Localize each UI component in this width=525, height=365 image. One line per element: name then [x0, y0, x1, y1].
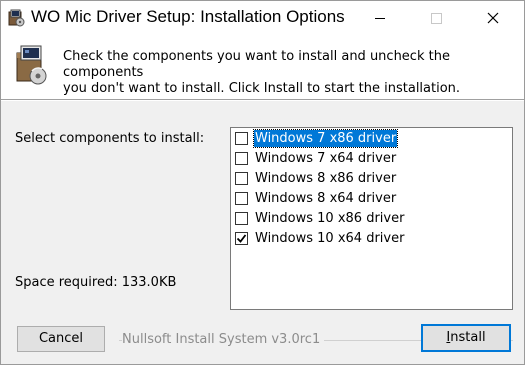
- component-checkbox[interactable]: [235, 212, 248, 225]
- minimize-icon: [375, 18, 385, 19]
- header-description-line-2: you don't want to install. Click Install…: [63, 81, 461, 96]
- component-checkbox[interactable]: [235, 132, 248, 145]
- select-components-label: Select components to install:: [15, 131, 205, 146]
- component-checkbox[interactable]: [235, 172, 248, 185]
- close-button[interactable]: [471, 1, 515, 35]
- component-label[interactable]: Windows 8 x86 driver: [254, 170, 397, 187]
- header-panel: Check the components you want to install…: [1, 35, 524, 99]
- checkmark-icon: [236, 234, 247, 243]
- component-label[interactable]: Windows 10 x86 driver: [254, 210, 405, 227]
- maximize-icon: [431, 13, 442, 24]
- maximize-button: [414, 1, 458, 35]
- component-item[interactable]: Windows 7 x86 driver: [233, 129, 503, 149]
- title-bar[interactable]: WO Mic Driver Setup: Installation Option…: [1, 1, 524, 35]
- install-label-rest: nstall: [450, 330, 486, 345]
- header-divider-highlight: [1, 100, 524, 101]
- component-item[interactable]: Windows 10 x86 driver: [233, 209, 503, 229]
- component-item[interactable]: Windows 7 x64 driver: [233, 149, 503, 169]
- header-description-line-1: Check the components you want to install…: [63, 49, 450, 80]
- installer-app-icon: [8, 9, 25, 27]
- component-checkbox-checked[interactable]: [235, 232, 248, 245]
- window-title: WO Mic Driver Setup: Installation Option…: [31, 7, 345, 26]
- component-label[interactable]: Windows 7 x64 driver: [254, 150, 397, 167]
- cancel-button[interactable]: Cancel: [17, 326, 105, 352]
- space-required-label: Space required: 133.0KB: [15, 275, 177, 290]
- install-button[interactable]: Install: [421, 324, 511, 352]
- close-icon: [487, 12, 499, 24]
- component-label[interactable]: Windows 8 x64 driver: [254, 190, 397, 207]
- component-item[interactable]: Windows 10 x64 driver: [233, 229, 503, 249]
- component-item[interactable]: Windows 8 x64 driver: [233, 189, 503, 209]
- component-label[interactable]: Windows 7 x86 driver: [252, 129, 399, 148]
- installer-window: WO Mic Driver Setup: Installation Option…: [0, 0, 525, 365]
- header-description: Check the components you want to install…: [63, 49, 513, 97]
- component-label[interactable]: Windows 10 x64 driver: [254, 230, 405, 247]
- installer-box-icon: [13, 43, 49, 87]
- component-checkbox[interactable]: [235, 152, 248, 165]
- component-item[interactable]: Windows 8 x86 driver: [233, 169, 503, 189]
- branding-text: Nullsoft Install System v3.0rc1: [122, 332, 325, 347]
- minimize-button[interactable]: [358, 1, 402, 35]
- component-checkbox[interactable]: [235, 192, 248, 205]
- components-list[interactable]: Windows 7 x86 driver Windows 7 x64 drive…: [230, 127, 513, 310]
